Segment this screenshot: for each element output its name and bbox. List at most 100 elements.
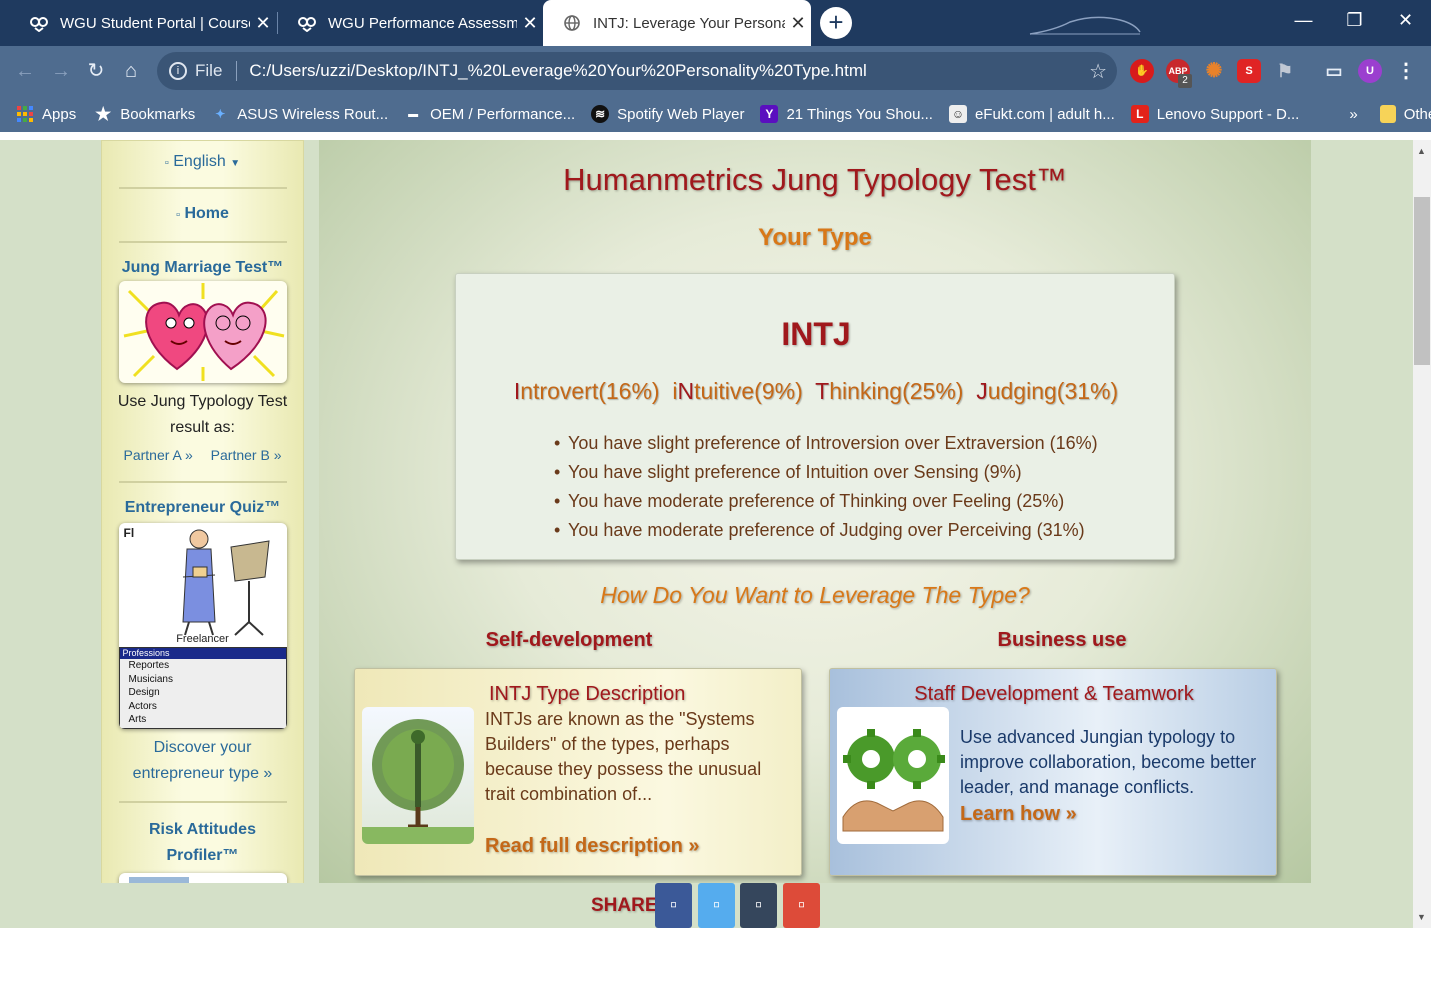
tab-wgu-assessment[interactable]: WGU Performance Assessment ✕ bbox=[278, 0, 543, 46]
tab-wgu-portal[interactable]: WGU Student Portal | Courses ✕ bbox=[10, 0, 276, 46]
minimize-button[interactable]: — bbox=[1278, 0, 1329, 40]
abp-badge: 2 bbox=[1178, 74, 1192, 88]
home-icon: ▫ bbox=[176, 209, 180, 221]
profile-avatar[interactable]: U bbox=[1358, 59, 1382, 83]
entrepreneur-quiz-title[interactable]: Entrepreneur Quiz™ bbox=[102, 499, 303, 517]
card-title[interactable]: INTJ Type Description bbox=[489, 683, 685, 706]
dimension-scores: Introvert(16%) iNtuitive(9%) Thinking(25… bbox=[456, 378, 1176, 405]
yahoo-icon: Y bbox=[760, 105, 779, 123]
dimension-intuitive: iNtuitive(9%) bbox=[672, 378, 803, 404]
apps-grid-icon bbox=[16, 105, 34, 123]
marriage-test-title[interactable]: Jung Marriage Test™ bbox=[102, 259, 303, 277]
menu-dots-icon[interactable]: ⋮ bbox=[1394, 59, 1418, 83]
facebook-share-button[interactable]: ▫ bbox=[655, 883, 692, 928]
close-icon[interactable]: ✕ bbox=[517, 13, 543, 34]
owl-icon bbox=[30, 14, 48, 32]
language-label: English bbox=[173, 153, 226, 170]
browser-toolbar: ← → ↻ ⌂ i File C:/Users/uzzi/Desktop/INT… bbox=[0, 46, 1431, 96]
bookmark-lenovo[interactable]: L Lenovo Support - D... bbox=[1130, 105, 1299, 123]
profession-item[interactable]: Arts bbox=[129, 713, 286, 727]
home-icon[interactable]: ⌂ bbox=[118, 58, 144, 84]
bookmark-efukt[interactable]: ☺ eFukt.com | adult h... bbox=[948, 105, 1115, 123]
page-title: Humanmetrics Jung Typology Test™ bbox=[563, 162, 1067, 197]
scrollbar-thumb[interactable] bbox=[1414, 197, 1430, 365]
profession-item[interactable]: Musicians bbox=[129, 673, 286, 687]
partner-a-link[interactable]: Partner A » bbox=[124, 447, 193, 463]
restore-button[interactable]: ❐ bbox=[1329, 0, 1380, 40]
share-label: SHARE bbox=[591, 895, 658, 916]
bookmark-yahoo[interactable]: Y 21 Things You Shou... bbox=[760, 105, 933, 123]
tumblr-icon: ▫ bbox=[754, 894, 763, 916]
profession-item[interactable]: Design bbox=[129, 686, 286, 700]
other-bookmarks[interactable]: Other bookmarks bbox=[1379, 105, 1431, 123]
self-development-heading: Self-development bbox=[485, 629, 653, 651]
star-icon: ★ bbox=[95, 103, 112, 124]
partner-b-link[interactable]: Partner B » bbox=[211, 447, 282, 463]
globe-icon bbox=[563, 14, 581, 32]
entrepreneur-link[interactable]: Discover your entrepreneur type » bbox=[102, 735, 303, 787]
back-arrow-icon[interactable]: ← bbox=[12, 58, 38, 84]
profession-item[interactable]: Actors bbox=[129, 700, 286, 714]
bookmark-star-icon[interactable]: ☆ bbox=[1089, 59, 1107, 84]
bookmark-label: eFukt.com | adult h... bbox=[974, 105, 1115, 123]
read-full-description-link[interactable]: Read full description » bbox=[485, 835, 699, 858]
professions-list[interactable]: Professions Reportes Musicians Design Ac… bbox=[118, 647, 287, 729]
url-text[interactable]: C:/Users/uzzi/Desktop/INTJ_%20Leverage%2… bbox=[249, 61, 866, 81]
bookmarks-overflow-chevron[interactable]: » bbox=[1349, 106, 1357, 123]
caret-down-icon: ▼ bbox=[230, 158, 241, 169]
tab-intj[interactable]: INTJ: Leverage Your Personality Ty ✕ bbox=[543, 0, 811, 46]
cast-icon[interactable]: ▭ bbox=[1322, 59, 1346, 83]
info-icon[interactable]: i bbox=[169, 62, 187, 80]
tree-person-image[interactable] bbox=[362, 707, 474, 844]
close-icon[interactable]: ✕ bbox=[785, 13, 811, 34]
bookmark-bookmarks[interactable]: ★ Bookmarks bbox=[94, 103, 195, 124]
type-description-card[interactable]: INTJ Type Description INTJs are known as… bbox=[354, 668, 802, 876]
reload-icon[interactable]: ↻ bbox=[83, 58, 109, 84]
globe-icon: ▫ bbox=[164, 157, 169, 169]
card-title[interactable]: Staff Development & Teamwork bbox=[830, 683, 1278, 706]
freelancer-illustration bbox=[181, 529, 270, 636]
home-link[interactable]: ▫ Home bbox=[102, 189, 303, 241]
leverage-question: How Do You Want to Leverage The Type? bbox=[600, 582, 1030, 608]
bookmark-label: Other bookmarks bbox=[1403, 105, 1431, 123]
learn-how-link[interactable]: Learn how » bbox=[960, 803, 1077, 826]
folder-icon bbox=[1379, 105, 1396, 123]
fl-label: Fl bbox=[123, 526, 135, 540]
close-icon[interactable]: ✕ bbox=[250, 13, 276, 34]
scroll-up-arrow-icon[interactable]: ▲ bbox=[1417, 146, 1426, 156]
pdf-icon[interactable]: ⚑ bbox=[1273, 59, 1297, 83]
new-tab-button[interactable]: + bbox=[820, 7, 852, 39]
bookmark-spotify[interactable]: ≋ Spotify Web Player bbox=[591, 105, 744, 123]
close-window-button[interactable]: ✕ bbox=[1380, 0, 1431, 40]
twitter-share-button[interactable]: ▫ bbox=[698, 883, 735, 928]
bookmark-apps[interactable]: Apps bbox=[16, 105, 76, 123]
profession-item[interactable]: Reportes bbox=[129, 659, 286, 673]
bookmark-oem[interactable]: ▬ OEM / Performance... bbox=[404, 105, 575, 123]
page-viewport: ▫ English ▼ ▫ Home Jung Marriage Test™ U… bbox=[0, 140, 1413, 928]
page-scrollbar[interactable]: ▲ ▼ bbox=[1413, 140, 1431, 928]
bookmark-label: 21 Things You Shou... bbox=[786, 105, 933, 123]
divider bbox=[118, 801, 287, 803]
target-extension-icon[interactable]: ✺ bbox=[1202, 59, 1226, 83]
dimension-thinking: Thinking(25%) bbox=[815, 378, 964, 404]
car-theme-icon bbox=[1029, 16, 1141, 35]
risk-profiler-title[interactable]: Risk Attitudes Profiler™ bbox=[102, 817, 303, 869]
s-extension-icon[interactable]: S bbox=[1237, 59, 1261, 83]
share-bar: SHARE ▫ ▫ ▫ ▫ bbox=[0, 883, 1413, 928]
hearts-image[interactable] bbox=[118, 281, 287, 383]
type-result-box: INTJ Introvert(16%) iNtuitive(9%) Thinki… bbox=[455, 273, 1175, 560]
adblock-hand-icon[interactable]: ✋ bbox=[1130, 59, 1154, 83]
scroll-down-arrow-icon[interactable]: ▼ bbox=[1417, 912, 1426, 922]
address-bar[interactable]: i File C:/Users/uzzi/Desktop/INTJ_%20Lev… bbox=[157, 52, 1117, 90]
bookmark-asus[interactable]: ✦ ASUS Wireless Rout... bbox=[211, 105, 388, 123]
tumblr-share-button[interactable]: ▫ bbox=[740, 883, 777, 928]
face-icon: ☺ bbox=[948, 105, 967, 123]
forward-arrow-icon[interactable]: → bbox=[48, 58, 74, 84]
google-plus-icon: ▫ bbox=[797, 894, 806, 916]
staff-development-card[interactable]: Staff Development & Teamwork Use advance… bbox=[829, 668, 1277, 876]
freelancer-image[interactable]: Fl Freelancer Professions Reportes Music… bbox=[118, 523, 287, 729]
language-selector[interactable]: ▫ English ▼ bbox=[102, 141, 303, 187]
google-plus-share-button[interactable]: ▫ bbox=[783, 883, 820, 928]
gears-hands-image[interactable] bbox=[837, 707, 949, 844]
freelancer-caption: Freelancer bbox=[176, 633, 229, 645]
